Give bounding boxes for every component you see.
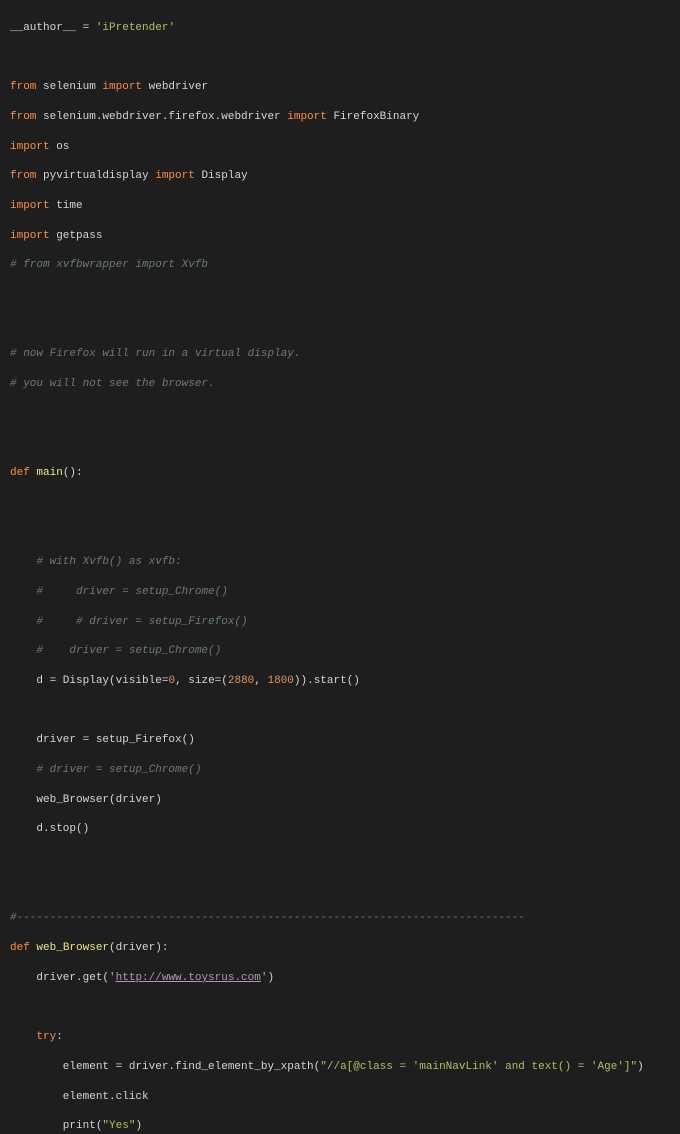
code-line <box>10 288 670 303</box>
token: ) <box>267 972 274 984</box>
code-line: import os <box>10 140 670 155</box>
code-line: # now Firefox will run in a virtual disp… <box>10 347 670 362</box>
code-editor: __author__ = 'iPretender' from selenium … <box>0 0 680 1134</box>
token: = <box>162 675 169 687</box>
token: ) <box>637 1061 644 1073</box>
token: def <box>10 942 30 954</box>
token: selenium <box>36 81 102 93</box>
token: size <box>188 675 214 687</box>
token: import <box>10 141 50 153</box>
token: visible <box>116 675 162 687</box>
token: pyvirtualdisplay <box>36 170 155 182</box>
token: from <box>10 170 36 182</box>
token: webdriver <box>142 81 208 93</box>
token: time <box>50 200 83 212</box>
token: 'iPretender' <box>96 22 175 34</box>
token: 0 <box>168 675 175 687</box>
token: web_Browser <box>30 942 109 954</box>
code-line: # you will not see the browser. <box>10 377 670 392</box>
token: , <box>254 675 267 687</box>
token: from <box>10 81 36 93</box>
code-line: d.stop() <box>10 822 670 837</box>
code-line <box>10 852 670 867</box>
code-line <box>10 496 670 511</box>
token: "//a[@class = 'mainNavLink' and text() =… <box>320 1061 637 1073</box>
token: Display <box>195 170 248 182</box>
code-line: def web_Browser(driver): <box>10 941 670 956</box>
code-line: # driver = setup_Chrome() <box>10 763 670 778</box>
code-line <box>10 318 670 333</box>
code-line: from selenium import webdriver <box>10 80 670 95</box>
code-line: driver = setup_Firefox() <box>10 733 670 748</box>
code-line: import getpass <box>10 229 670 244</box>
code-line <box>10 407 670 422</box>
token: getpass <box>50 230 103 242</box>
token: =( <box>215 675 228 687</box>
token: 2880 <box>228 675 254 687</box>
token: )).start() <box>294 675 360 687</box>
token: 1800 <box>267 675 293 687</box>
code-line: driver.get('http://www.toysrus.com') <box>10 971 670 986</box>
token: (): <box>63 467 83 479</box>
token: "Yes" <box>102 1120 135 1132</box>
code-line: #---------------------------------------… <box>10 911 670 926</box>
code-line: # with Xvfb() as xvfb: <box>10 555 670 570</box>
code-line <box>10 882 670 897</box>
token: http://www.toysrus.com <box>116 972 261 984</box>
code-line: d = Display(visible=0, size=(2880, 1800)… <box>10 674 670 689</box>
code-line <box>10 526 670 541</box>
token: import <box>10 200 50 212</box>
code-line: # driver = setup_Chrome() <box>10 644 670 659</box>
token: os <box>50 141 70 153</box>
token: import <box>155 170 195 182</box>
code-line: from selenium.webdriver.firefox.webdrive… <box>10 110 670 125</box>
token: main <box>30 467 63 479</box>
token: ) <box>135 1120 142 1132</box>
token: element = driver.find_element_by_xpath( <box>10 1061 320 1073</box>
token: ' <box>109 972 116 984</box>
token: import <box>287 111 327 123</box>
token: import <box>102 81 142 93</box>
token: selenium.webdriver.firefox.webdriver <box>36 111 287 123</box>
code-line: element = driver.find_element_by_xpath("… <box>10 1060 670 1075</box>
code-line: try: <box>10 1030 670 1045</box>
token: try <box>10 1031 56 1043</box>
code-line: # # driver = setup_Firefox() <box>10 615 670 630</box>
token: ' <box>261 972 268 984</box>
code-line <box>10 1001 670 1016</box>
token: def <box>10 467 30 479</box>
code-line: print("Yes") <box>10 1119 670 1134</box>
code-line <box>10 51 670 66</box>
token: from <box>10 111 36 123</box>
token: d = Display( <box>10 675 116 687</box>
token: = <box>76 22 96 34</box>
code-line <box>10 436 670 451</box>
token: , <box>175 675 188 687</box>
code-line: def main(): <box>10 466 670 481</box>
code-line: # from xvfbwrapper import Xvfb <box>10 258 670 273</box>
code-line: from pyvirtualdisplay import Display <box>10 169 670 184</box>
token: : <box>56 1031 63 1043</box>
token: (driver): <box>109 942 168 954</box>
code-line: web_Browser(driver) <box>10 793 670 808</box>
token: import <box>10 230 50 242</box>
token: driver.get( <box>10 972 109 984</box>
code-line: element.click <box>10 1090 670 1105</box>
code-line: # driver = setup_Chrome() <box>10 585 670 600</box>
token: print( <box>10 1120 102 1132</box>
token: FirefoxBinary <box>327 111 419 123</box>
token: __author__ <box>10 22 76 34</box>
code-line <box>10 704 670 719</box>
code-line: __author__ = 'iPretender' <box>10 21 670 36</box>
code-line: import time <box>10 199 670 214</box>
